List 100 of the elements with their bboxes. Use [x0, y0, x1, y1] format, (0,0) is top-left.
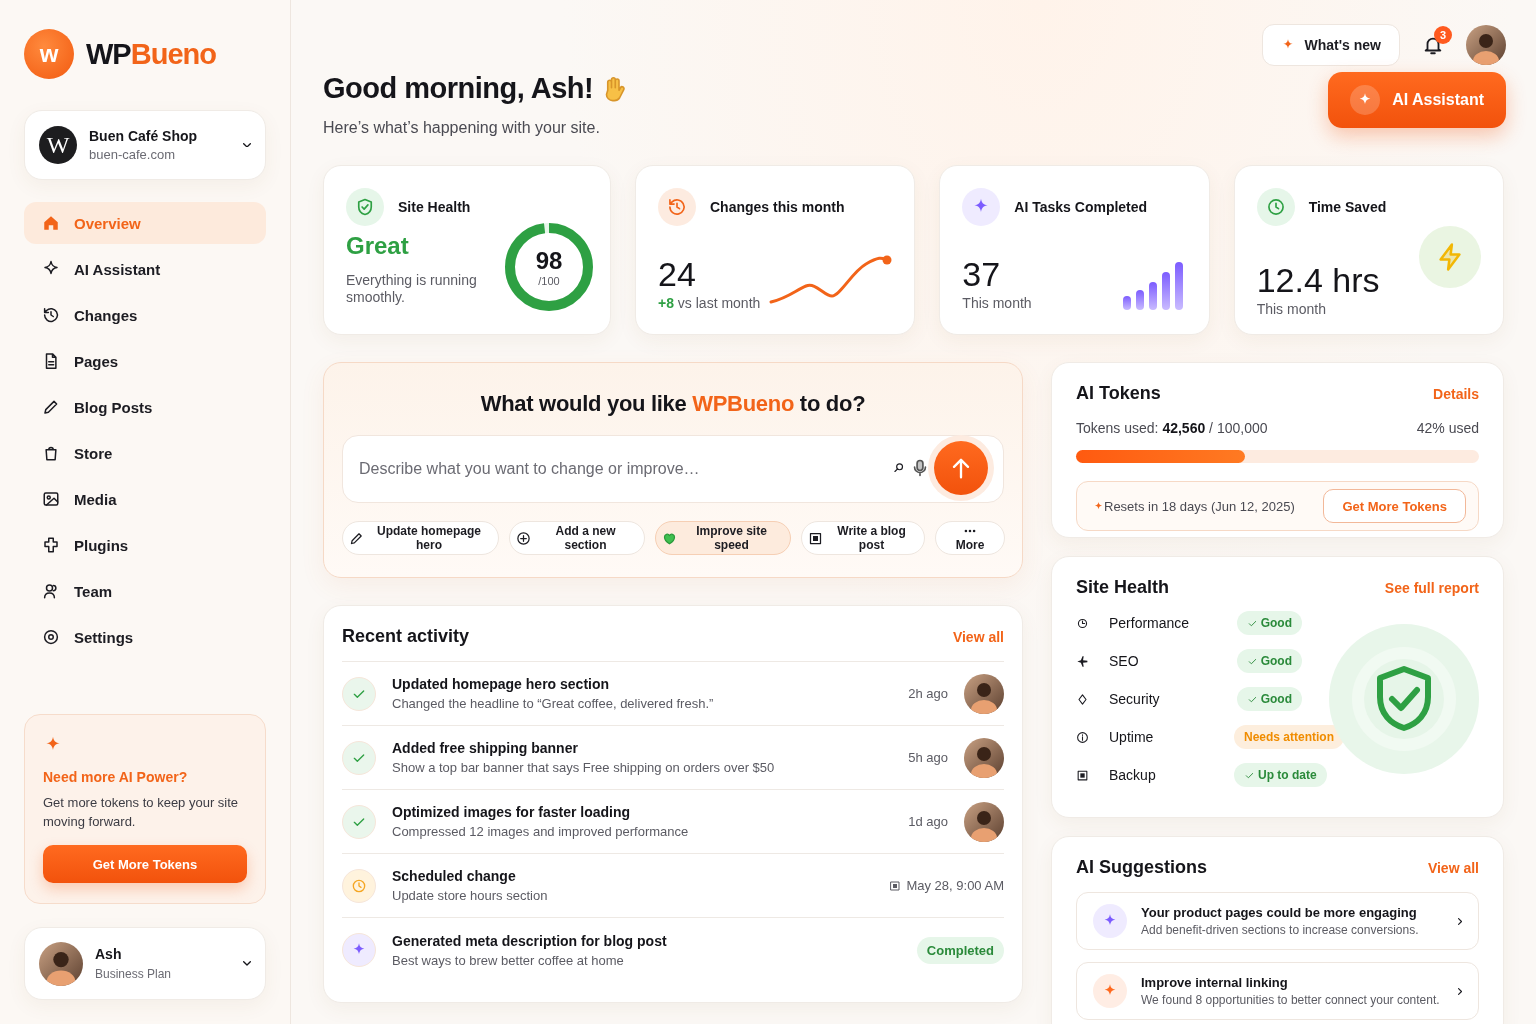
- history-icon: [667, 197, 687, 217]
- plus-icon: [516, 530, 531, 546]
- nav-item[interactable]: AI Assistant: [24, 248, 266, 290]
- activity-time: 5h ago: [908, 750, 948, 765]
- promo-title: Need more AI Power?: [43, 769, 189, 785]
- activity-detail: Changed the headline to “Great coffee, delivered fresh.”: [392, 696, 715, 711]
- status-badge: Good: [1236, 611, 1302, 635]
- search-icon: [892, 461, 906, 475]
- stat-caption: This month: [962, 295, 1032, 312]
- suggestion-item[interactable]: Your product pages could be more engaging Add benefit-driven sections to increase conversions.: [1076, 892, 1479, 950]
- reset-note: Resets in 18 days (Jun 12, 2025): [1104, 498, 1296, 514]
- avatar: [964, 737, 1004, 778]
- nav-item[interactable]: Pages: [24, 340, 266, 382]
- stat-title: Time Saved: [1308, 199, 1387, 215]
- check-label: Backup: [1109, 767, 1157, 783]
- activity-title: Added free shipping banner: [392, 740, 579, 756]
- stat-value: 12.4 hrs: [1256, 261, 1380, 299]
- home-icon: [42, 214, 60, 232]
- card-title: AI Tokens: [1076, 383, 1161, 404]
- suggestion-title: Improve internal linking: [1141, 975, 1289, 990]
- chevron-icon: [243, 142, 251, 148]
- history-icon: [42, 306, 60, 324]
- puzzle-icon: [42, 536, 60, 554]
- chevron-icon: [243, 961, 251, 966]
- score-max: /100: [538, 275, 560, 287]
- nav-item[interactable]: Plugins: [24, 524, 266, 566]
- logo: w: [24, 29, 74, 79]
- suggestion-chip[interactable]: More: [935, 521, 1005, 555]
- user-menu[interactable]: Ash Business Plan: [24, 927, 266, 1000]
- stat-caption: +8 vs last month: [658, 295, 761, 312]
- activity-detail: Show a top bar banner that says Free shipping on orders over $50: [392, 760, 776, 775]
- suggestion-chip[interactable]: Write a blog post: [801, 521, 925, 555]
- pencil-icon: [349, 530, 364, 546]
- person-icon: [42, 582, 60, 600]
- bag-icon: [42, 444, 60, 462]
- activity-time: 2h ago: [908, 686, 948, 701]
- suggestion-chip[interactable]: Improve site speed: [655, 521, 791, 555]
- activity-detail: Compressed 12 images and improved performance: [392, 824, 690, 839]
- whats-new-button[interactable]: What's new: [1261, 24, 1400, 66]
- avatar: [964, 801, 1004, 842]
- nav-item[interactable]: Blog Posts: [24, 386, 266, 428]
- check-label: Uptime: [1109, 729, 1155, 745]
- chevron-right-icon: [1457, 917, 1462, 925]
- stat-title: AI Tasks Completed: [1014, 199, 1148, 215]
- activity-title: Generated meta description for blog post: [392, 932, 668, 949]
- pencil-icon: [42, 398, 60, 416]
- activity-detail: Best ways to brew better coffee at home: [392, 952, 625, 968]
- site-switcher[interactable]: W Buen Café Shop buen-cafe.com: [24, 110, 266, 180]
- suggestion-item[interactable]: Improve internal linking We found 8 opportunities to better connect your content.: [1076, 962, 1479, 1020]
- suggestion-title: Your product pages could be more engaging: [1141, 905, 1418, 920]
- site-logo: W: [39, 126, 77, 164]
- check-label: SEO: [1109, 653, 1140, 669]
- diamond-icon: [1076, 692, 1089, 706]
- nav-item[interactable]: Media: [24, 478, 266, 520]
- shield-icon: [355, 197, 375, 217]
- stat-title: Changes this month: [710, 199, 845, 215]
- check-label: Security: [1109, 691, 1161, 707]
- gauge-icon: [1076, 616, 1089, 630]
- tokens-percent: 42% used: [1416, 420, 1479, 436]
- square-icon: [1076, 768, 1089, 782]
- suggestion-chip[interactable]: Add a new section: [509, 521, 645, 555]
- card-title: Recent activity: [342, 626, 470, 647]
- stat-caption: Everything is running smoothly.: [346, 272, 478, 306]
- activity-detail: Update store hours section: [392, 888, 549, 903]
- chevron-right-icon: [1457, 987, 1462, 995]
- suggestion-detail: We found 8 opportunities to better connect your content.: [1141, 993, 1441, 1007]
- plane-icon: [1076, 654, 1089, 668]
- greeting: Good morning, Ash!: [323, 72, 594, 105]
- health-status: Great: [346, 232, 410, 260]
- suggestion-chip[interactable]: Update homepage hero: [342, 521, 499, 555]
- suggestion-detail: Add benefit-driven sections to increase conversions.: [1141, 923, 1420, 937]
- brand-name: WPBueno: [86, 37, 216, 71]
- user-plan: Business Plan: [95, 967, 173, 981]
- status-badge: Good: [1236, 687, 1302, 711]
- card-title: AI Suggestions: [1076, 857, 1207, 878]
- status-badge: Up to date: [1234, 763, 1327, 787]
- score-value: 98: [535, 247, 563, 275]
- clock-icon: [351, 877, 367, 894]
- avatar: [39, 941, 83, 986]
- activity-title: Scheduled change: [392, 868, 517, 884]
- scheduled-time: May 28, 9:00 AM: [906, 878, 1004, 893]
- square-icon: [808, 530, 823, 546]
- nav-item[interactable]: Store: [24, 432, 266, 474]
- nav-item[interactable]: Team: [24, 570, 266, 612]
- stat-title: Site Health: [398, 199, 471, 215]
- prompt-field[interactable]: Describe what you want to change or improve…: [342, 435, 1004, 503]
- status-badge: Good: [1236, 649, 1302, 673]
- nav-item[interactable]: Settings: [24, 616, 266, 658]
- user-name: Ash: [95, 946, 123, 962]
- status-badge: Needs attention: [1234, 725, 1344, 749]
- calendar-icon: [889, 879, 902, 892]
- nav-item[interactable]: Changes: [24, 294, 266, 336]
- site-domain: buen-cafe.com: [89, 147, 176, 162]
- activity-title: Updated homepage hero section: [392, 676, 611, 692]
- subtitle: Here’s what’s happening with your site.: [323, 119, 601, 137]
- clock-icon: [1265, 197, 1286, 217]
- avatar[interactable]: [1466, 25, 1506, 65]
- check-label: Performance: [1109, 615, 1191, 631]
- activity-title: Optimized images for faster loading: [392, 804, 632, 820]
- stat-value: 37: [962, 255, 1002, 293]
